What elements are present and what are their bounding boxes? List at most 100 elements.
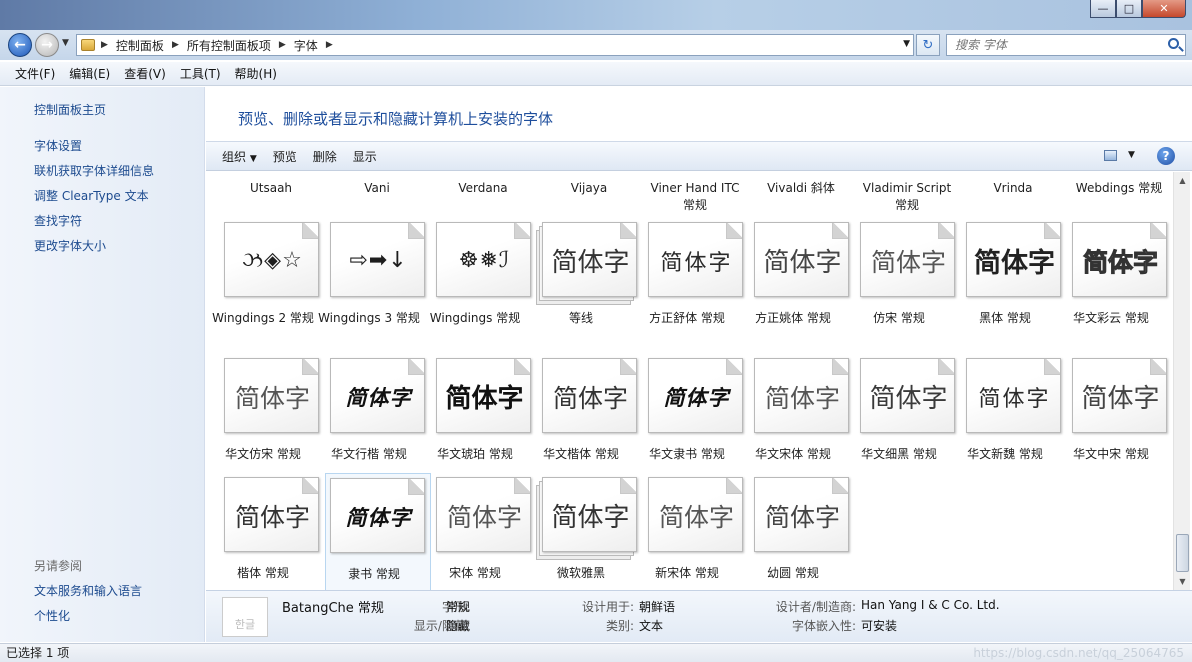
font-name: 华文宋体 常规 [755, 447, 831, 461]
font-tile[interactable]: 简体字 华文新魏 常规 [953, 354, 1061, 484]
search-input[interactable] [947, 35, 1147, 55]
font-sample: 简体字 [763, 248, 842, 278]
forward-button[interactable]: → [35, 33, 59, 57]
font-label[interactable]: Vijaya [537, 180, 641, 197]
font-tile[interactable]: 简体字 仿宋 常规 [847, 218, 955, 348]
font-tile[interactable]: 简体字 新宋体 常规 [635, 473, 743, 590]
designer-value: Han Yang I & C Co. Ltd. [861, 598, 1000, 612]
font-name: 隶书 常规 [348, 567, 400, 581]
font-name: 华文行楷 常规 [331, 447, 407, 461]
breadcrumb-control-panel[interactable]: 控制面板 [116, 37, 164, 54]
breadcrumb-fonts[interactable]: 字体 [294, 37, 318, 54]
command-bar: 组织 ▼ 预览 删除 显示 ▼ ? [206, 141, 1192, 171]
sidebar-personalization[interactable]: 个性化 [34, 607, 70, 624]
font-tile[interactable]: ☸❅ℐ Wingdings 常规 [423, 218, 531, 348]
minimize-button[interactable]: — [1090, 0, 1116, 18]
refresh-button[interactable]: ↻ [916, 34, 940, 56]
breadcrumb-all-items[interactable]: 所有控制面板项 [187, 37, 271, 54]
show-button[interactable]: 显示 [345, 148, 385, 165]
font-tile[interactable]: 简体字 幼圆 常规 [741, 473, 849, 590]
font-label[interactable]: Vivaldi 斜体 [749, 180, 853, 197]
chevron-right-icon[interactable]: ▶ [326, 40, 333, 50]
recent-pages-dropdown[interactable]: ▼ [62, 38, 69, 48]
preview-button[interactable]: 预览 [265, 148, 305, 165]
style-value: 常规 [446, 600, 471, 614]
font-preview-icon: 简体字 [224, 358, 319, 433]
font-label[interactable]: Vrinda [961, 180, 1065, 197]
font-name: Wingdings 3 常规 [318, 311, 420, 325]
selected-font-thumbnail: 한글 [222, 597, 268, 637]
search-icon[interactable] [1168, 38, 1179, 49]
font-tile[interactable]: ઝ◈☆ Wingdings 2 常规 [211, 218, 319, 348]
font-name: 等线 [568, 311, 593, 325]
organize-button[interactable]: 组织 ▼ [214, 148, 265, 165]
font-tile[interactable]: 简体字 华文琥珀 常规 [423, 354, 531, 484]
font-preview-icon: ઝ◈☆ [224, 222, 319, 297]
sidebar-control-panel-home[interactable]: 控制面板主页 [34, 101, 106, 118]
designed-for-label: 设计用于: [581, 600, 634, 614]
delete-button[interactable]: 删除 [305, 148, 345, 165]
font-tile[interactable]: 简体字 楷体 常规 [211, 473, 319, 590]
vertical-scrollbar[interactable]: ▲ ▼ [1173, 172, 1190, 590]
font-tile[interactable]: 简体字 华文楷体 常规 [529, 354, 637, 484]
font-tile[interactable]: 简体字 宋体 常规 [423, 473, 531, 590]
sidebar-adjust-cleartype[interactable]: 调整 ClearType 文本 [34, 187, 149, 204]
sidebar-get-font-info[interactable]: 联机获取字体详细信息 [34, 162, 154, 179]
menu-edit[interactable]: 编辑(E) [62, 65, 117, 82]
font-tile-selected[interactable]: 简体字 隶书 常规 [325, 473, 431, 590]
title-bar: — □ ✕ [0, 0, 1192, 30]
address-dropdown[interactable]: ▼ [903, 39, 910, 49]
font-sample: 简体字 [445, 384, 524, 414]
font-label[interactable]: Verdana [431, 180, 535, 197]
font-tile[interactable]: 简体字 华文中宋 常规 [1059, 354, 1167, 484]
font-preview-icon: 简体字 [754, 477, 849, 552]
back-button[interactable]: ← [8, 33, 32, 57]
font-label[interactable]: Webdings 常规 [1067, 180, 1171, 197]
font-sample: 简体字 [345, 384, 412, 410]
font-label[interactable]: Vladimir Script 常规 [855, 180, 959, 214]
font-label[interactable]: Utsaah [219, 180, 323, 197]
font-tile[interactable]: 简体字 华文细黑 常规 [847, 354, 955, 484]
menu-view[interactable]: 查看(V) [117, 65, 173, 82]
font-tile[interactable]: 简体字 华文宋体 常规 [741, 354, 849, 484]
menu-help[interactable]: 帮助(H) [228, 65, 284, 82]
sidebar-font-settings[interactable]: 字体设置 [34, 137, 82, 154]
view-dropdown[interactable]: ▼ [1128, 150, 1135, 160]
chevron-right-icon[interactable]: ▶ [172, 40, 179, 50]
help-icon[interactable]: ? [1157, 147, 1175, 165]
change-view-icon[interactable] [1104, 150, 1117, 161]
font-tile[interactable]: 简体字 华文仿宋 常规 [211, 354, 319, 484]
font-label[interactable]: Viner Hand ITC 常规 [643, 180, 747, 214]
font-tile[interactable]: 简体字 黑体 常规 [953, 218, 1061, 348]
maximize-button[interactable]: □ [1116, 0, 1142, 18]
font-name: 华文中宋 常规 [1073, 447, 1149, 461]
control-panel-icon [81, 39, 95, 51]
menu-tools[interactable]: 工具(T) [173, 65, 228, 82]
font-name: 幼圆 常规 [767, 566, 819, 580]
chevron-right-icon[interactable]: ▶ [101, 40, 108, 50]
font-preview-icon: 简体字 [436, 358, 531, 433]
chevron-right-icon[interactable]: ▶ [279, 40, 286, 50]
sidebar-text-services[interactable]: 文本服务和输入语言 [34, 582, 142, 599]
scroll-down-arrow[interactable]: ▼ [1174, 573, 1191, 590]
sidebar-find-character[interactable]: 查找字符 [34, 212, 82, 229]
menu-file[interactable]: 文件(F) [8, 65, 62, 82]
font-name: 华文新魏 常规 [967, 447, 1043, 461]
font-tile[interactable]: 简体字 华文彩云 常规 [1059, 218, 1167, 348]
page-title: 预览、删除或者显示和隐藏计算机上安装的字体 [238, 110, 554, 128]
close-button[interactable]: ✕ [1142, 0, 1186, 18]
font-tile[interactable]: ⇨➡↓ Wingdings 3 常规 [317, 218, 425, 348]
font-tile[interactable]: 简体字 华文隶书 常规 [635, 354, 743, 484]
scroll-up-arrow[interactable]: ▲ [1174, 172, 1191, 189]
font-tile[interactable]: 简体字 方正舒体 常规 [635, 218, 743, 348]
scroll-thumb[interactable] [1176, 534, 1189, 572]
address-bar[interactable]: ▶ 控制面板 ▶ 所有控制面板项 ▶ 字体 ▶ ▼ [76, 34, 914, 56]
font-tile[interactable]: 简体字 方正姚体 常规 [741, 218, 849, 348]
font-tile[interactable]: 简体字 华文行楷 常规 [317, 354, 425, 484]
address-row: ← → ▼ ▶ 控制面板 ▶ 所有控制面板项 ▶ 字体 ▶ ▼ ↻ [0, 30, 1192, 60]
font-preview-icon: 简体字 [542, 477, 637, 552]
font-label[interactable]: Vani [325, 180, 429, 197]
font-tile[interactable]: 简体字 等线 [529, 218, 637, 348]
font-tile[interactable]: 简体字 微软雅黑 [529, 473, 637, 590]
sidebar-change-font-size[interactable]: 更改字体大小 [34, 237, 106, 254]
